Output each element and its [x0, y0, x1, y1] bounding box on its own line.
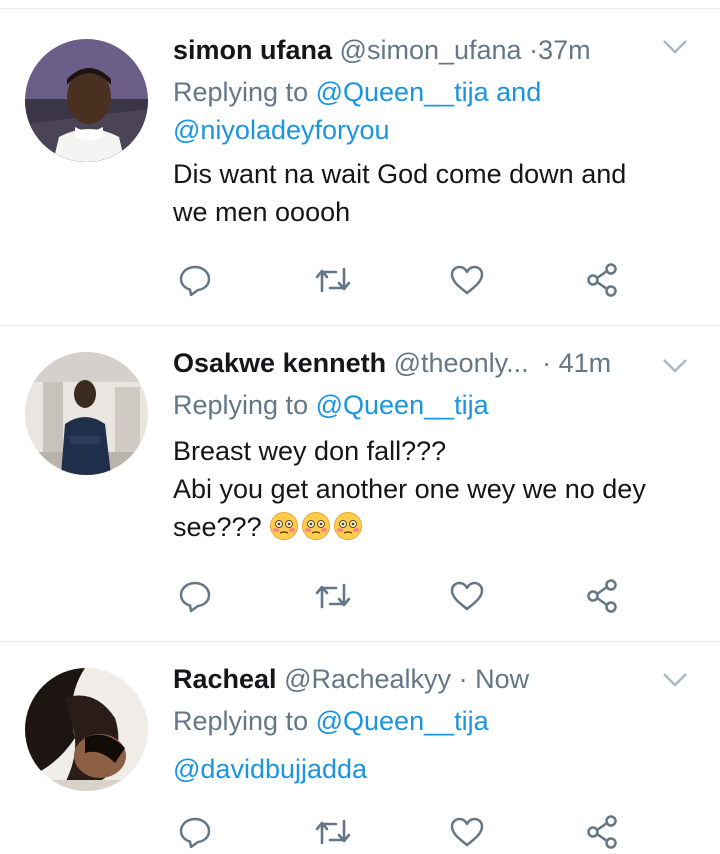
tweet-item[interactable]: simon ufana @simon_ufana ·37m Replying t…: [0, 9, 720, 326]
mention-link[interactable]: @niyoladeyforyou: [173, 115, 390, 145]
reply-icon[interactable]: [175, 260, 215, 300]
tweet-text-line: Abi you get another one wey we no dey: [173, 474, 646, 504]
tweet-actions: [173, 812, 633, 852]
mention-link[interactable]: @Queen__tija: [316, 706, 489, 736]
replying-to-label: Replying to: [173, 390, 309, 420]
author-handle[interactable]: @theonly...: [394, 348, 529, 378]
tweet-text-line: Breast wey don fall???: [173, 436, 447, 466]
timestamp[interactable]: Now: [475, 664, 529, 694]
tweet-actions: [173, 576, 633, 616]
mention-link[interactable]: @Queen__tija: [316, 77, 489, 107]
top-divider: [0, 0, 720, 9]
avatar[interactable]: [25, 668, 148, 791]
tweet-text-line: see???: [173, 512, 262, 542]
tweet-item[interactable]: Racheal @Rachealkyy · Now Replying to @Q…: [0, 642, 720, 854]
retweet-icon[interactable]: [313, 812, 353, 852]
chevron-down-icon[interactable]: [662, 358, 688, 379]
replying-to-label: Replying to: [173, 706, 309, 736]
flushed-face-emoji: [301, 511, 331, 541]
separator-dot: ·: [542, 348, 552, 378]
author-name[interactable]: Osakwe kenneth: [173, 348, 386, 378]
reply-icon[interactable]: [175, 576, 215, 616]
separator-dot: ·: [529, 35, 539, 65]
share-icon[interactable]: [583, 812, 623, 852]
author-handle[interactable]: @Rachealkyy: [284, 664, 451, 694]
reply-icon[interactable]: [175, 812, 215, 852]
tweet-text-line: we men ooooh: [173, 197, 351, 227]
replying-to-label: Replying to: [173, 77, 309, 107]
tweet-actions: [173, 260, 633, 300]
tweet-text-line: Dis want na wait God come down and: [173, 159, 627, 189]
author-name[interactable]: Racheal: [173, 664, 277, 694]
timestamp[interactable]: 37m: [538, 35, 591, 65]
tweet-item[interactable]: Osakwe kenneth @theonly... · 41m Replyin…: [0, 326, 720, 642]
avatar[interactable]: [25, 352, 148, 475]
timestamp[interactable]: 41m: [559, 348, 612, 378]
like-icon[interactable]: [447, 576, 487, 616]
separator-dot: ·: [458, 664, 468, 694]
mention-link[interactable]: @Queen__tija: [316, 390, 489, 420]
author-name[interactable]: simon ufana: [173, 35, 332, 65]
share-icon[interactable]: [583, 576, 623, 616]
like-icon[interactable]: [447, 260, 487, 300]
share-icon[interactable]: [583, 260, 623, 300]
chevron-down-icon[interactable]: [662, 672, 688, 693]
mention-link[interactable]: @davidbujjadda: [173, 754, 367, 784]
retweet-icon[interactable]: [313, 260, 353, 300]
author-handle[interactable]: @simon_ufana: [340, 35, 522, 65]
retweet-icon[interactable]: [313, 576, 353, 616]
like-icon[interactable]: [447, 812, 487, 852]
mention-and[interactable]: and: [496, 77, 541, 107]
chevron-down-icon[interactable]: [662, 39, 688, 60]
flushed-face-emoji: [333, 511, 363, 541]
avatar[interactable]: [25, 39, 148, 162]
flushed-face-emoji: [269, 511, 299, 541]
